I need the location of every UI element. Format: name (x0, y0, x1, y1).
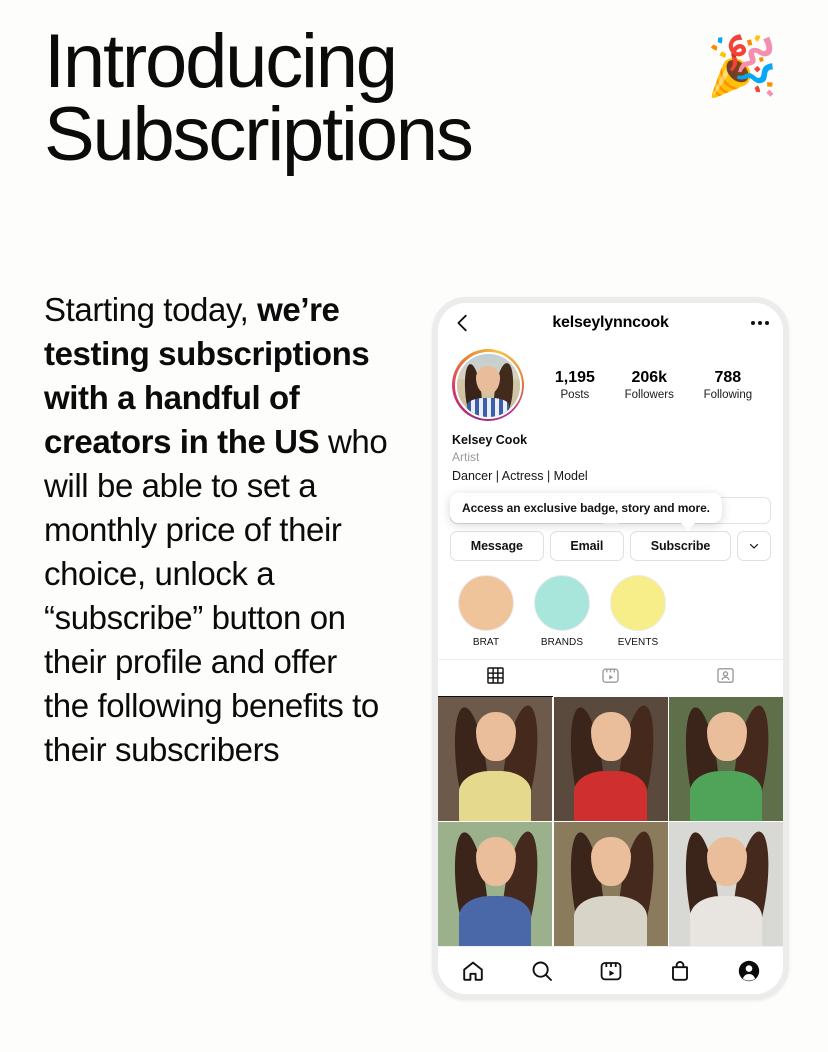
slide-canvas: Introducing Subscriptions 🎉 Starting tod… (0, 0, 828, 1052)
app-topbar: kelseylynncook (438, 303, 783, 343)
bottom-navigation (438, 946, 783, 994)
highlight-brat-label: BRAT (472, 636, 500, 648)
highlight-events-cover (610, 574, 666, 631)
stat-followers-label: Followers (624, 388, 674, 401)
profile-header-row: 1,195 Posts 206k Followers 788 Following (438, 343, 783, 421)
nav-profile[interactable] (714, 959, 783, 983)
party-popper-icon: 🎉 (706, 34, 779, 99)
profile-avatar-icon (738, 960, 759, 981)
profile-username: kelseylynncook (552, 314, 669, 331)
headline-line-2: Subscriptions (44, 91, 474, 177)
avatar-image (454, 351, 522, 419)
post-thumbnail-1[interactable] (438, 696, 552, 821)
profile-tabs (438, 658, 783, 697)
bio-description: Dancer | Actress | Model (452, 468, 588, 483)
highlight-events-label: EVENTS (617, 636, 659, 648)
home-icon (462, 961, 483, 981)
stat-following-value: 788 (714, 368, 742, 386)
email-button[interactable]: Email (549, 530, 624, 561)
grid-icon (486, 666, 505, 690)
phone-screen: kelseylynncook 1,195 Posts 206k Follower… (438, 303, 783, 994)
stat-posts-value: 1,195 (554, 368, 595, 386)
nav-reels[interactable] (576, 959, 645, 983)
post-grid (438, 696, 783, 946)
stat-following-label: Following (703, 388, 753, 401)
headline-line-1: Introducing (44, 19, 398, 104)
tab-reels[interactable] (553, 660, 668, 697)
highlight-brat[interactable]: BRAT (458, 574, 514, 648)
page-title: Introducing Subscriptions (44, 19, 664, 177)
primary-action-row: Message Email Subscribe (450, 530, 772, 561)
reels-icon (600, 961, 621, 980)
body-text-part-2: who will be able to set a monthly price … (44, 423, 388, 768)
stat-followers-value: 206k (631, 368, 668, 386)
body-text-part-1: Starting today, (44, 291, 258, 328)
message-button[interactable]: Message (450, 530, 544, 561)
subscribe-button[interactable]: Subscribe (629, 530, 732, 561)
tab-grid[interactable] (438, 660, 553, 697)
phone-mockup: kelseylynncook 1,195 Posts 206k Follower… (432, 297, 789, 1000)
post-thumbnail-2[interactable] (553, 696, 668, 821)
nav-shop[interactable] (645, 959, 714, 983)
story-highlights: BRAT BRANDS EVENTS (438, 561, 783, 648)
nav-home[interactable] (438, 959, 507, 983)
more-options-icon[interactable] (747, 321, 769, 325)
nav-search[interactable] (507, 959, 576, 983)
avatar[interactable] (452, 349, 524, 421)
reels-icon (601, 666, 620, 690)
stat-followers[interactable]: 206k Followers (625, 368, 674, 403)
highlight-brat-cover (458, 574, 514, 631)
highlight-events[interactable]: EVENTS (610, 574, 666, 648)
bio-display-name: Kelsey Cook (452, 433, 528, 447)
body-paragraph: Starting today, we’re testing subscripti… (44, 288, 389, 772)
stat-posts[interactable]: 1,195 Posts (555, 368, 595, 403)
post-thumbnail-5[interactable] (553, 822, 668, 946)
more-actions-chevron-button[interactable] (737, 530, 772, 561)
profile-stats: 1,195 Posts 206k Followers 788 Following (524, 368, 769, 403)
post-thumbnail-3[interactable] (669, 696, 783, 821)
tagged-icon (716, 666, 735, 690)
chevron-left-icon[interactable] (452, 312, 474, 334)
tab-tagged[interactable] (668, 660, 783, 697)
stat-posts-label: Posts (560, 388, 590, 401)
post-thumbnail-6[interactable] (669, 822, 783, 946)
highlight-brands-cover (534, 574, 590, 631)
shop-bag-icon (671, 960, 688, 981)
subscribe-tooltip: Access an exclusive badge, story and mor… (450, 492, 722, 530)
post-thumbnail-4[interactable] (438, 822, 552, 946)
profile-bio: Kelsey Cook Artist Dancer | Actress | Mo… (438, 421, 783, 485)
highlight-brands-label: BRANDS (540, 636, 584, 648)
highlight-brands[interactable]: BRANDS (534, 574, 590, 648)
bio-category: Artist (452, 450, 480, 465)
chevron-down-icon (748, 540, 760, 552)
stat-following[interactable]: 788 Following (704, 368, 753, 403)
profile-actions: Access an exclusive badge, story and mor… (438, 485, 783, 561)
search-icon (532, 961, 552, 981)
